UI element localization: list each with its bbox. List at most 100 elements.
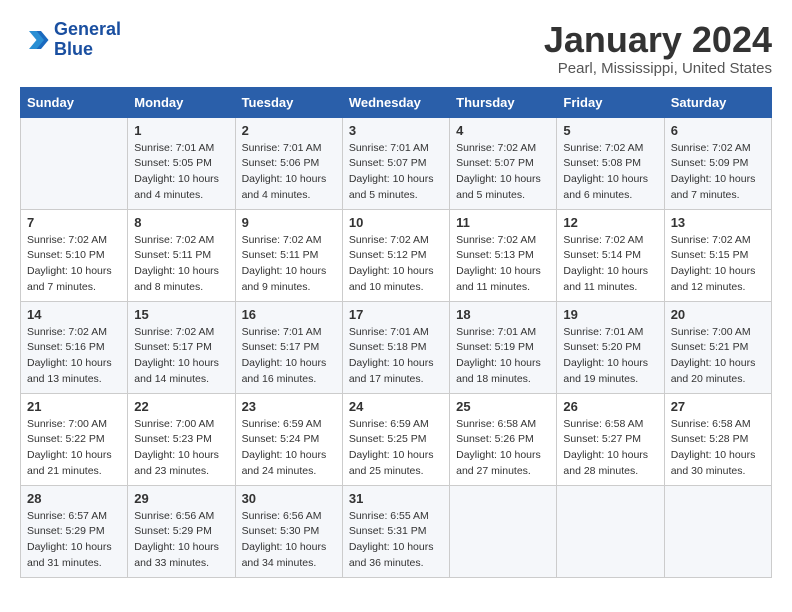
day-number: 8 bbox=[134, 215, 228, 230]
calendar-cell: 12 Sunrise: 7:02 AMSunset: 5:14 PMDayligh… bbox=[557, 209, 664, 301]
calendar-table: SundayMondayTuesdayWednesdayThursdayFrid… bbox=[20, 87, 772, 578]
day-info: Sunrise: 7:01 AMSunset: 5:07 PMDaylight:… bbox=[349, 141, 443, 204]
calendar-cell bbox=[450, 485, 557, 577]
calendar-cell: 10 Sunrise: 7:02 AMSunset: 5:12 PMDayligh… bbox=[342, 209, 449, 301]
day-number: 17 bbox=[349, 307, 443, 322]
logo-text: General Blue bbox=[54, 20, 121, 60]
calendar-header-friday: Friday bbox=[557, 87, 664, 117]
day-number: 26 bbox=[563, 399, 657, 414]
day-info: Sunrise: 7:02 AMSunset: 5:13 PMDaylight:… bbox=[456, 233, 550, 296]
calendar-cell: 27 Sunrise: 6:58 AMSunset: 5:28 PMDayligh… bbox=[664, 393, 771, 485]
calendar-cell: 21 Sunrise: 7:00 AMSunset: 5:22 PMDayligh… bbox=[21, 393, 128, 485]
calendar-cell: 7 Sunrise: 7:02 AMSunset: 5:10 PMDaylight… bbox=[21, 209, 128, 301]
day-number: 14 bbox=[27, 307, 121, 322]
day-info: Sunrise: 7:01 AMSunset: 5:06 PMDaylight:… bbox=[242, 141, 336, 204]
calendar-cell: 6 Sunrise: 7:02 AMSunset: 5:09 PMDaylight… bbox=[664, 117, 771, 209]
day-number: 16 bbox=[242, 307, 336, 322]
calendar-header-monday: Monday bbox=[128, 87, 235, 117]
title-section: January 2024 Pearl, Mississippi, United … bbox=[544, 20, 772, 77]
day-info: Sunrise: 7:00 AMSunset: 5:23 PMDaylight:… bbox=[134, 417, 228, 480]
day-info: Sunrise: 7:00 AMSunset: 5:21 PMDaylight:… bbox=[671, 325, 765, 388]
day-number: 21 bbox=[27, 399, 121, 414]
day-number: 7 bbox=[27, 215, 121, 230]
calendar-cell: 18 Sunrise: 7:01 AMSunset: 5:19 PMDayligh… bbox=[450, 301, 557, 393]
day-info: Sunrise: 7:01 AMSunset: 5:18 PMDaylight:… bbox=[349, 325, 443, 388]
calendar-cell: 30 Sunrise: 6:56 AMSunset: 5:30 PMDayligh… bbox=[235, 485, 342, 577]
day-info: Sunrise: 6:59 AMSunset: 5:25 PMDaylight:… bbox=[349, 417, 443, 480]
day-info: Sunrise: 6:58 AMSunset: 5:26 PMDaylight:… bbox=[456, 417, 550, 480]
calendar-cell bbox=[664, 485, 771, 577]
day-info: Sunrise: 6:55 AMSunset: 5:31 PMDaylight:… bbox=[349, 509, 443, 572]
day-number: 23 bbox=[242, 399, 336, 414]
day-info: Sunrise: 7:02 AMSunset: 5:17 PMDaylight:… bbox=[134, 325, 228, 388]
calendar-header-saturday: Saturday bbox=[664, 87, 771, 117]
day-number: 6 bbox=[671, 123, 765, 138]
calendar-cell: 22 Sunrise: 7:00 AMSunset: 5:23 PMDayligh… bbox=[128, 393, 235, 485]
calendar-header-sunday: Sunday bbox=[21, 87, 128, 117]
day-info: Sunrise: 7:02 AMSunset: 5:12 PMDaylight:… bbox=[349, 233, 443, 296]
day-info: Sunrise: 6:56 AMSunset: 5:30 PMDaylight:… bbox=[242, 509, 336, 572]
calendar-cell: 28Sunrise: 6:57 AMSunset: 5:29 PMDayligh… bbox=[21, 485, 128, 577]
calendar-cell: 13 Sunrise: 7:02 AMSunset: 5:15 PMDayligh… bbox=[664, 209, 771, 301]
calendar-cell: 2 Sunrise: 7:01 AMSunset: 5:06 PMDaylight… bbox=[235, 117, 342, 209]
day-info: Sunrise: 6:58 AMSunset: 5:28 PMDaylight:… bbox=[671, 417, 765, 480]
calendar-cell: 9 Sunrise: 7:02 AMSunset: 5:11 PMDaylight… bbox=[235, 209, 342, 301]
day-info: Sunrise: 6:56 AMSunset: 5:29 PMDaylight:… bbox=[134, 509, 228, 572]
day-number: 29 bbox=[134, 491, 228, 506]
day-number: 20 bbox=[671, 307, 765, 322]
day-info: Sunrise: 7:02 AMSunset: 5:09 PMDaylight:… bbox=[671, 141, 765, 204]
location: Pearl, Mississippi, United States bbox=[544, 60, 772, 77]
day-number: 30 bbox=[242, 491, 336, 506]
day-info: Sunrise: 6:59 AMSunset: 5:24 PMDaylight:… bbox=[242, 417, 336, 480]
calendar-cell: 24 Sunrise: 6:59 AMSunset: 5:25 PMDayligh… bbox=[342, 393, 449, 485]
day-info: Sunrise: 7:02 AMSunset: 5:07 PMDaylight:… bbox=[456, 141, 550, 204]
day-info: Sunrise: 7:02 AMSunset: 5:10 PMDaylight:… bbox=[27, 233, 121, 296]
day-number: 15 bbox=[134, 307, 228, 322]
day-number: 1 bbox=[134, 123, 228, 138]
calendar-cell: 16 Sunrise: 7:01 AMSunset: 5:17 PMDayligh… bbox=[235, 301, 342, 393]
day-number: 22 bbox=[134, 399, 228, 414]
calendar-cell: 19Sunrise: 7:01 AMSunset: 5:20 PMDayligh… bbox=[557, 301, 664, 393]
calendar-cell: 17 Sunrise: 7:01 AMSunset: 5:18 PMDayligh… bbox=[342, 301, 449, 393]
day-info: Sunrise: 7:02 AMSunset: 5:15 PMDaylight:… bbox=[671, 233, 765, 296]
day-number: 10 bbox=[349, 215, 443, 230]
day-number: 31 bbox=[349, 491, 443, 506]
calendar-cell: 23 Sunrise: 6:59 AMSunset: 5:24 PMDayligh… bbox=[235, 393, 342, 485]
day-number: 2 bbox=[242, 123, 336, 138]
day-number: 9 bbox=[242, 215, 336, 230]
day-number: 12 bbox=[563, 215, 657, 230]
day-info: Sunrise: 6:58 AMSunset: 5:27 PMDaylight:… bbox=[563, 417, 657, 480]
day-info: Sunrise: 7:02 AMSunset: 5:14 PMDaylight:… bbox=[563, 233, 657, 296]
day-info: Sunrise: 7:01 AMSunset: 5:17 PMDaylight:… bbox=[242, 325, 336, 388]
day-info: Sunrise: 7:02 AMSunset: 5:08 PMDaylight:… bbox=[563, 141, 657, 204]
day-info: Sunrise: 7:01 AMSunset: 5:05 PMDaylight:… bbox=[134, 141, 228, 204]
day-number: 24 bbox=[349, 399, 443, 414]
calendar-cell: 4Sunrise: 7:02 AMSunset: 5:07 PMDaylight… bbox=[450, 117, 557, 209]
calendar-header-thursday: Thursday bbox=[450, 87, 557, 117]
calendar-week-row: 14 Sunrise: 7:02 AMSunset: 5:16 PMDayligh… bbox=[21, 301, 772, 393]
calendar-week-row: 1 Sunrise: 7:01 AMSunset: 5:05 PMDaylight… bbox=[21, 117, 772, 209]
calendar-cell: 1 Sunrise: 7:01 AMSunset: 5:05 PMDaylight… bbox=[128, 117, 235, 209]
logo-icon bbox=[20, 25, 50, 55]
day-info: Sunrise: 7:01 AMSunset: 5:19 PMDaylight:… bbox=[456, 325, 550, 388]
day-number: 27 bbox=[671, 399, 765, 414]
calendar-cell: 20 Sunrise: 7:00 AMSunset: 5:21 PMDayligh… bbox=[664, 301, 771, 393]
day-info: Sunrise: 7:00 AMSunset: 5:22 PMDaylight:… bbox=[27, 417, 121, 480]
day-info: Sunrise: 7:01 AMSunset: 5:20 PMDaylight:… bbox=[563, 325, 657, 388]
calendar-cell: 31 Sunrise: 6:55 AMSunset: 5:31 PMDayligh… bbox=[342, 485, 449, 577]
calendar-header-tuesday: Tuesday bbox=[235, 87, 342, 117]
calendar-week-row: 7 Sunrise: 7:02 AMSunset: 5:10 PMDaylight… bbox=[21, 209, 772, 301]
calendar-cell: 8 Sunrise: 7:02 AMSunset: 5:11 PMDaylight… bbox=[128, 209, 235, 301]
day-info: Sunrise: 7:02 AMSunset: 5:16 PMDaylight:… bbox=[27, 325, 121, 388]
calendar-cell: 14 Sunrise: 7:02 AMSunset: 5:16 PMDayligh… bbox=[21, 301, 128, 393]
calendar-header-wednesday: Wednesday bbox=[342, 87, 449, 117]
calendar-cell bbox=[557, 485, 664, 577]
calendar-week-row: 21 Sunrise: 7:00 AMSunset: 5:22 PMDayligh… bbox=[21, 393, 772, 485]
calendar-cell: 5Sunrise: 7:02 AMSunset: 5:08 PMDaylight… bbox=[557, 117, 664, 209]
day-info: Sunrise: 7:02 AMSunset: 5:11 PMDaylight:… bbox=[242, 233, 336, 296]
day-number: 18 bbox=[456, 307, 550, 322]
day-number: 13 bbox=[671, 215, 765, 230]
calendar-cell bbox=[21, 117, 128, 209]
day-info: Sunrise: 7:02 AMSunset: 5:11 PMDaylight:… bbox=[134, 233, 228, 296]
month-title: January 2024 bbox=[544, 20, 772, 60]
